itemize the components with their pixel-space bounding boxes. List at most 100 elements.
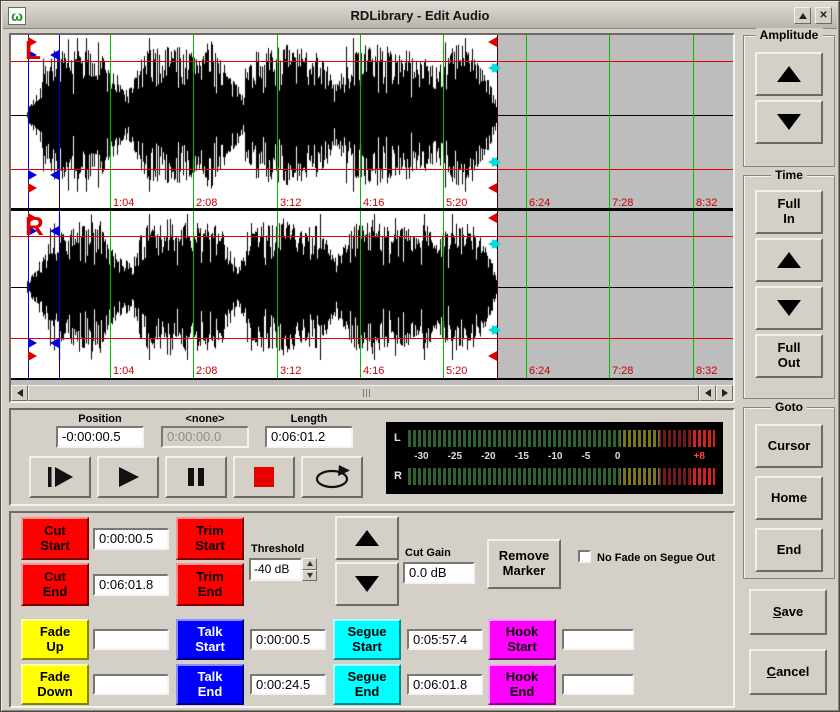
goto-cursor-button[interactable]: Cursor (755, 424, 823, 468)
segue-end-marker[interactable] (488, 239, 497, 249)
segue-end-button[interactable]: Segue End (333, 664, 401, 705)
pause-button[interactable] (165, 456, 227, 498)
shade-button[interactable] (794, 7, 811, 24)
marker-line[interactable] (497, 35, 498, 211)
close-icon: ✕ (819, 10, 827, 21)
loop-button[interactable] (301, 456, 363, 498)
amplitude-up-button[interactable] (755, 52, 823, 96)
talk-start-marker[interactable] (28, 338, 37, 348)
talk-start-field[interactable]: 0:00:00.5 (250, 629, 326, 650)
close-button[interactable]: ✕ (815, 7, 832, 24)
time-full-out-button[interactable]: Full Out (755, 334, 823, 378)
cut-start-field[interactable]: 0:00:00.5 (93, 528, 169, 550)
cut-end-marker[interactable] (488, 351, 497, 361)
cut-start-marker[interactable] (28, 183, 37, 193)
stop-button[interactable] (233, 456, 295, 498)
remove-marker-button[interactable]: Remove Marker (487, 539, 561, 589)
threshold-spin-up-button[interactable] (302, 558, 317, 570)
meter-left-label: L (394, 432, 401, 444)
waveform-canvas-R[interactable] (11, 211, 497, 363)
talk-end-marker[interactable] (50, 226, 59, 236)
hook-end-button[interactable]: Hook End (488, 664, 556, 705)
cut-end-button[interactable]: Cut End (21, 563, 89, 606)
waveform-canvas-L[interactable] (11, 35, 497, 195)
time-full-in-button[interactable]: Full In (755, 190, 823, 234)
waveform-channel-right[interactable]: 1:042:083:124:165:206:247:288:32R (11, 211, 733, 380)
cut-end-marker[interactable] (488, 37, 497, 47)
threshold-spin-down-button[interactable] (302, 570, 317, 582)
talk-start-button[interactable]: Talk Start (176, 619, 244, 660)
marker-line[interactable] (497, 211, 498, 380)
marker-line[interactable] (59, 35, 60, 211)
titlebar[interactable]: ω RDLibrary - Edit Audio ✕ (3, 3, 837, 29)
fade-up-field[interactable] (93, 629, 169, 650)
segue-start-button[interactable]: Segue Start (333, 619, 401, 660)
cut-end-marker[interactable] (488, 183, 497, 193)
cut-gain-label: Cut Gain (405, 547, 451, 559)
hook-end-label: Hook End (506, 670, 539, 700)
full-out-label: Full Out (777, 341, 800, 371)
scroll-right-button[interactable] (716, 385, 733, 401)
channel-label-L: L (25, 37, 41, 63)
play-from-start-button[interactable] (29, 456, 91, 498)
hook-start-button[interactable]: Hook Start (488, 619, 556, 660)
time-tick-label: 7:28 (612, 365, 633, 377)
stop-icon (252, 465, 276, 489)
goto-group: Goto Cursor Home End (743, 407, 835, 579)
remove-marker-label: Remove Marker (499, 549, 550, 579)
no-fade-checkbox[interactable] (578, 550, 591, 563)
marker-readout-label: <none> (161, 413, 249, 425)
play-button[interactable] (97, 456, 159, 498)
fade-up-button[interactable]: Fade Up (21, 619, 89, 660)
talk-start-marker[interactable] (28, 170, 37, 180)
cut-end-marker[interactable] (488, 213, 497, 223)
scroll-left-button-2[interactable] (699, 385, 716, 401)
time-gridline (193, 35, 194, 211)
gain-down-button[interactable] (335, 562, 399, 606)
talk-end-marker[interactable] (50, 50, 59, 60)
time-zoom-in-button[interactable] (755, 238, 823, 282)
marker-readout-field: 0:00:00.0 (161, 426, 249, 448)
trim-end-label: Trim End (196, 570, 223, 600)
segue-end-marker[interactable] (488, 63, 497, 73)
talk-end-field[interactable]: 0:00:24.5 (250, 674, 326, 695)
goto-home-button[interactable]: Home (755, 476, 823, 520)
hook-start-field[interactable] (562, 629, 634, 650)
meter-scale--20: -20 (481, 451, 495, 462)
save-button[interactable]: Save (749, 589, 827, 635)
trim-end-button[interactable]: Trim End (176, 563, 244, 606)
segue-end-field[interactable]: 0:06:01.8 (407, 674, 483, 695)
threshold-value[interactable]: -40 dB (249, 558, 302, 581)
cancel-button[interactable]: Cancel (749, 649, 827, 695)
segue-start-field[interactable]: 0:05:57.4 (407, 629, 483, 650)
no-fade-label: No Fade on Segue Out (597, 552, 715, 564)
cut-gain-field[interactable]: 0.0 dB (403, 562, 475, 584)
amplitude-down-button[interactable] (755, 100, 823, 144)
waveform-channel-left[interactable]: 1:042:083:124:165:206:247:288:32L (11, 35, 733, 211)
gain-up-button[interactable] (335, 516, 399, 560)
spin-up-icon (307, 561, 313, 566)
fade-down-field[interactable] (93, 674, 169, 695)
goto-end-button[interactable]: End (755, 528, 823, 572)
scrollbar-thumb[interactable] (28, 385, 699, 401)
hook-end-field[interactable] (562, 674, 634, 695)
talk-end-marker[interactable] (50, 170, 59, 180)
goto-legend: Goto (771, 400, 807, 414)
cut-start-button[interactable]: Cut Start (21, 517, 89, 560)
segue-end-marker[interactable] (488, 157, 497, 167)
cut-start-label: Cut Start (40, 524, 70, 554)
trim-start-button[interactable]: Trim Start (176, 517, 244, 560)
fade-down-button[interactable]: Fade Down (21, 664, 89, 705)
marker-line[interactable] (59, 211, 60, 380)
channel-label-R: R (25, 213, 44, 239)
time-gridline (609, 35, 610, 211)
cut-start-marker[interactable] (28, 351, 37, 361)
talk-end-button[interactable]: Talk End (176, 664, 244, 705)
scroll-left-button[interactable] (11, 385, 28, 401)
time-zoom-out-button[interactable] (755, 286, 823, 330)
waveform-hscrollbar[interactable] (11, 385, 733, 401)
time-group: Time Full In Full Out (743, 175, 835, 399)
talk-end-marker[interactable] (50, 338, 59, 348)
cut-end-field[interactable]: 0:06:01.8 (93, 574, 169, 596)
segue-end-marker[interactable] (488, 325, 497, 335)
